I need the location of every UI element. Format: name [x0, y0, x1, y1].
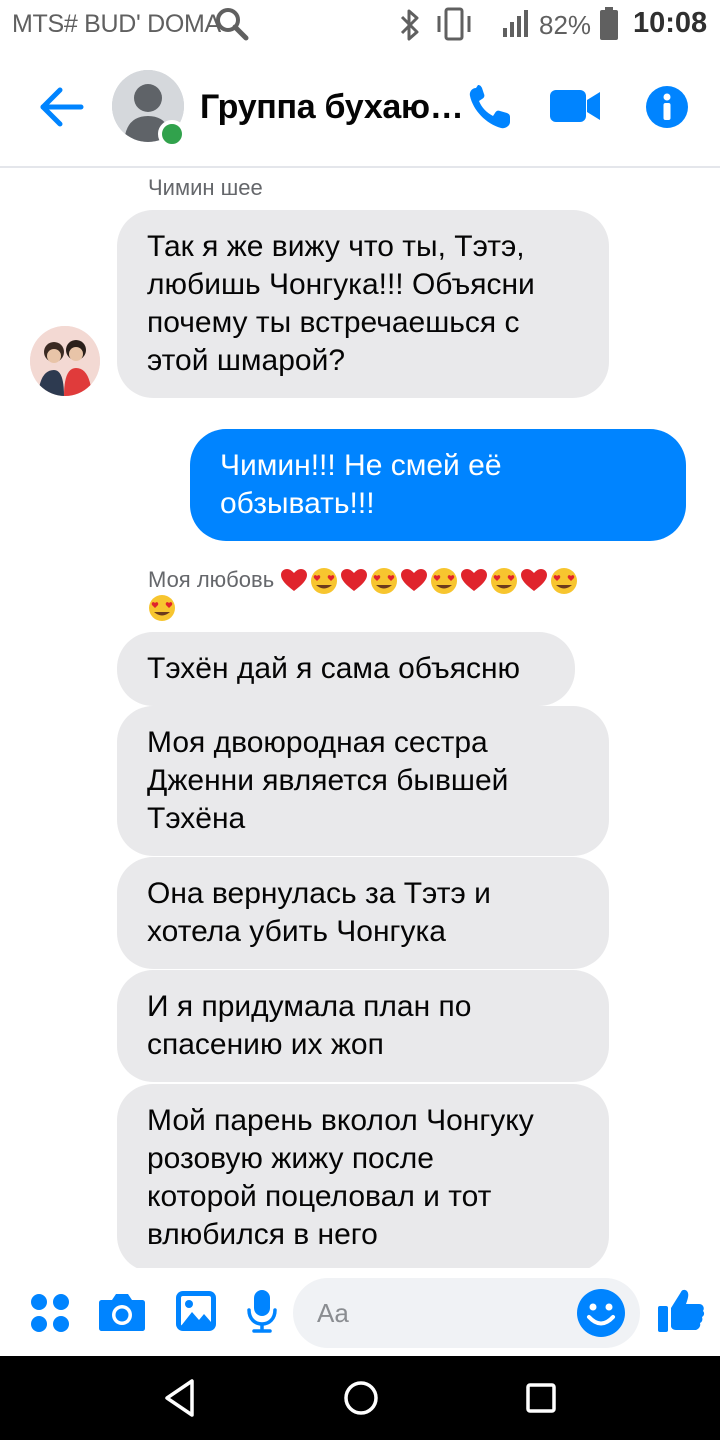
message-bubble-outgoing[interactable]: Чимин!!! Не смей её обзывать!!!: [190, 429, 686, 541]
bluetooth-icon: [398, 8, 422, 47]
battery-percent: 82%: [539, 10, 592, 40]
message-line: влюбился в него: [147, 1218, 378, 1251]
sender-name: Чимин шее: [148, 175, 263, 200]
message-line: почему ты встречаешься с: [147, 306, 520, 339]
message-line: Моя двоюродная сестра: [147, 726, 488, 759]
heart-eyes-emoji-row: [280, 567, 580, 595]
message-line: Тэхёна: [147, 802, 246, 835]
message-line: Так я же вижу что ты, Тэтэ,: [147, 230, 525, 263]
message-input[interactable]: Aa: [293, 1278, 640, 1348]
search-icon: [214, 6, 250, 47]
message-bubble-incoming[interactable]: Так я же вижу что ты, Тэтэ, любишь Чонгу…: [117, 210, 609, 398]
message-line: Мой парень вколол Чонгуку: [147, 1104, 534, 1137]
chat-title[interactable]: Группа бухаю…: [200, 88, 464, 127]
heart-eyes-emoji: [148, 594, 176, 627]
message-line: розовую жижу после: [147, 1142, 434, 1175]
contact-avatar[interactable]: [30, 326, 100, 396]
message-line: этой шмарой?: [147, 344, 346, 377]
video-icon[interactable]: [549, 88, 601, 129]
info-icon[interactable]: [645, 85, 689, 134]
message-line: Тэхён дай я сама объясню: [147, 652, 521, 685]
message-line: обзывать!!!: [220, 487, 375, 520]
message-line: Дженни является бывшей: [147, 764, 509, 797]
message-bubble-incoming[interactable]: Она вернулась за Тэтэ и хотела убить Чон…: [117, 857, 609, 969]
gallery-icon[interactable]: [175, 1290, 217, 1337]
emoji-icon[interactable]: [576, 1288, 626, 1343]
signal-icon: [502, 10, 528, 43]
message-line: Она вернулась за Тэтэ и: [147, 877, 491, 910]
clock: 10:08: [633, 7, 708, 39]
message-bubble-incoming[interactable]: И я придумала план по спасению их жоп: [117, 970, 609, 1082]
message-line: спасению их жоп: [147, 1028, 384, 1061]
phone-icon[interactable]: [466, 84, 514, 137]
home-circle-icon[interactable]: [342, 1378, 380, 1423]
message-line: любишь Чонгука!!! Объясни: [147, 268, 535, 301]
like-icon[interactable]: [656, 1286, 706, 1341]
carrier-name: MTS# BUD' DOMA: [12, 10, 221, 38]
recents-square-icon[interactable]: [524, 1378, 558, 1423]
online-status-dot: [158, 120, 186, 148]
message-bubble-incoming[interactable]: Моя двоюродная сестра Дженни является бы…: [117, 706, 609, 856]
message-line: хотела убить Чонгука: [147, 915, 446, 948]
battery-icon: [599, 7, 619, 46]
conversation-header: Группа бухаю…: [0, 48, 720, 168]
message-line: И я придумала план по: [147, 990, 472, 1023]
sender-name-with-emoji: Моя любовь: [148, 566, 610, 595]
vibrate-icon: [434, 6, 474, 47]
microphone-icon[interactable]: [246, 1288, 278, 1339]
back-arrow-icon[interactable]: [38, 86, 84, 133]
apps-icon[interactable]: [30, 1293, 70, 1338]
sender-name: Моя любовь: [148, 567, 275, 592]
message-line: Чимин!!! Не смей её: [220, 449, 502, 482]
back-triangle-icon[interactable]: [164, 1378, 196, 1423]
camera-icon[interactable]: [98, 1292, 146, 1337]
message-bubble-incoming[interactable]: Мой парень вколол Чонгуку розовую жижу п…: [117, 1084, 609, 1272]
message-input-placeholder: Aa: [317, 1298, 349, 1328]
composer-bar: Aa: [0, 1268, 720, 1356]
message-bubble-incoming[interactable]: Тэхён дай я сама объясню: [117, 632, 575, 706]
status-bar: MTS# BUD' DOMA 82% 10:08: [0, 0, 720, 48]
message-line: которой поцеловал и тот: [147, 1180, 492, 1213]
android-navigation-bar: [0, 1356, 720, 1440]
